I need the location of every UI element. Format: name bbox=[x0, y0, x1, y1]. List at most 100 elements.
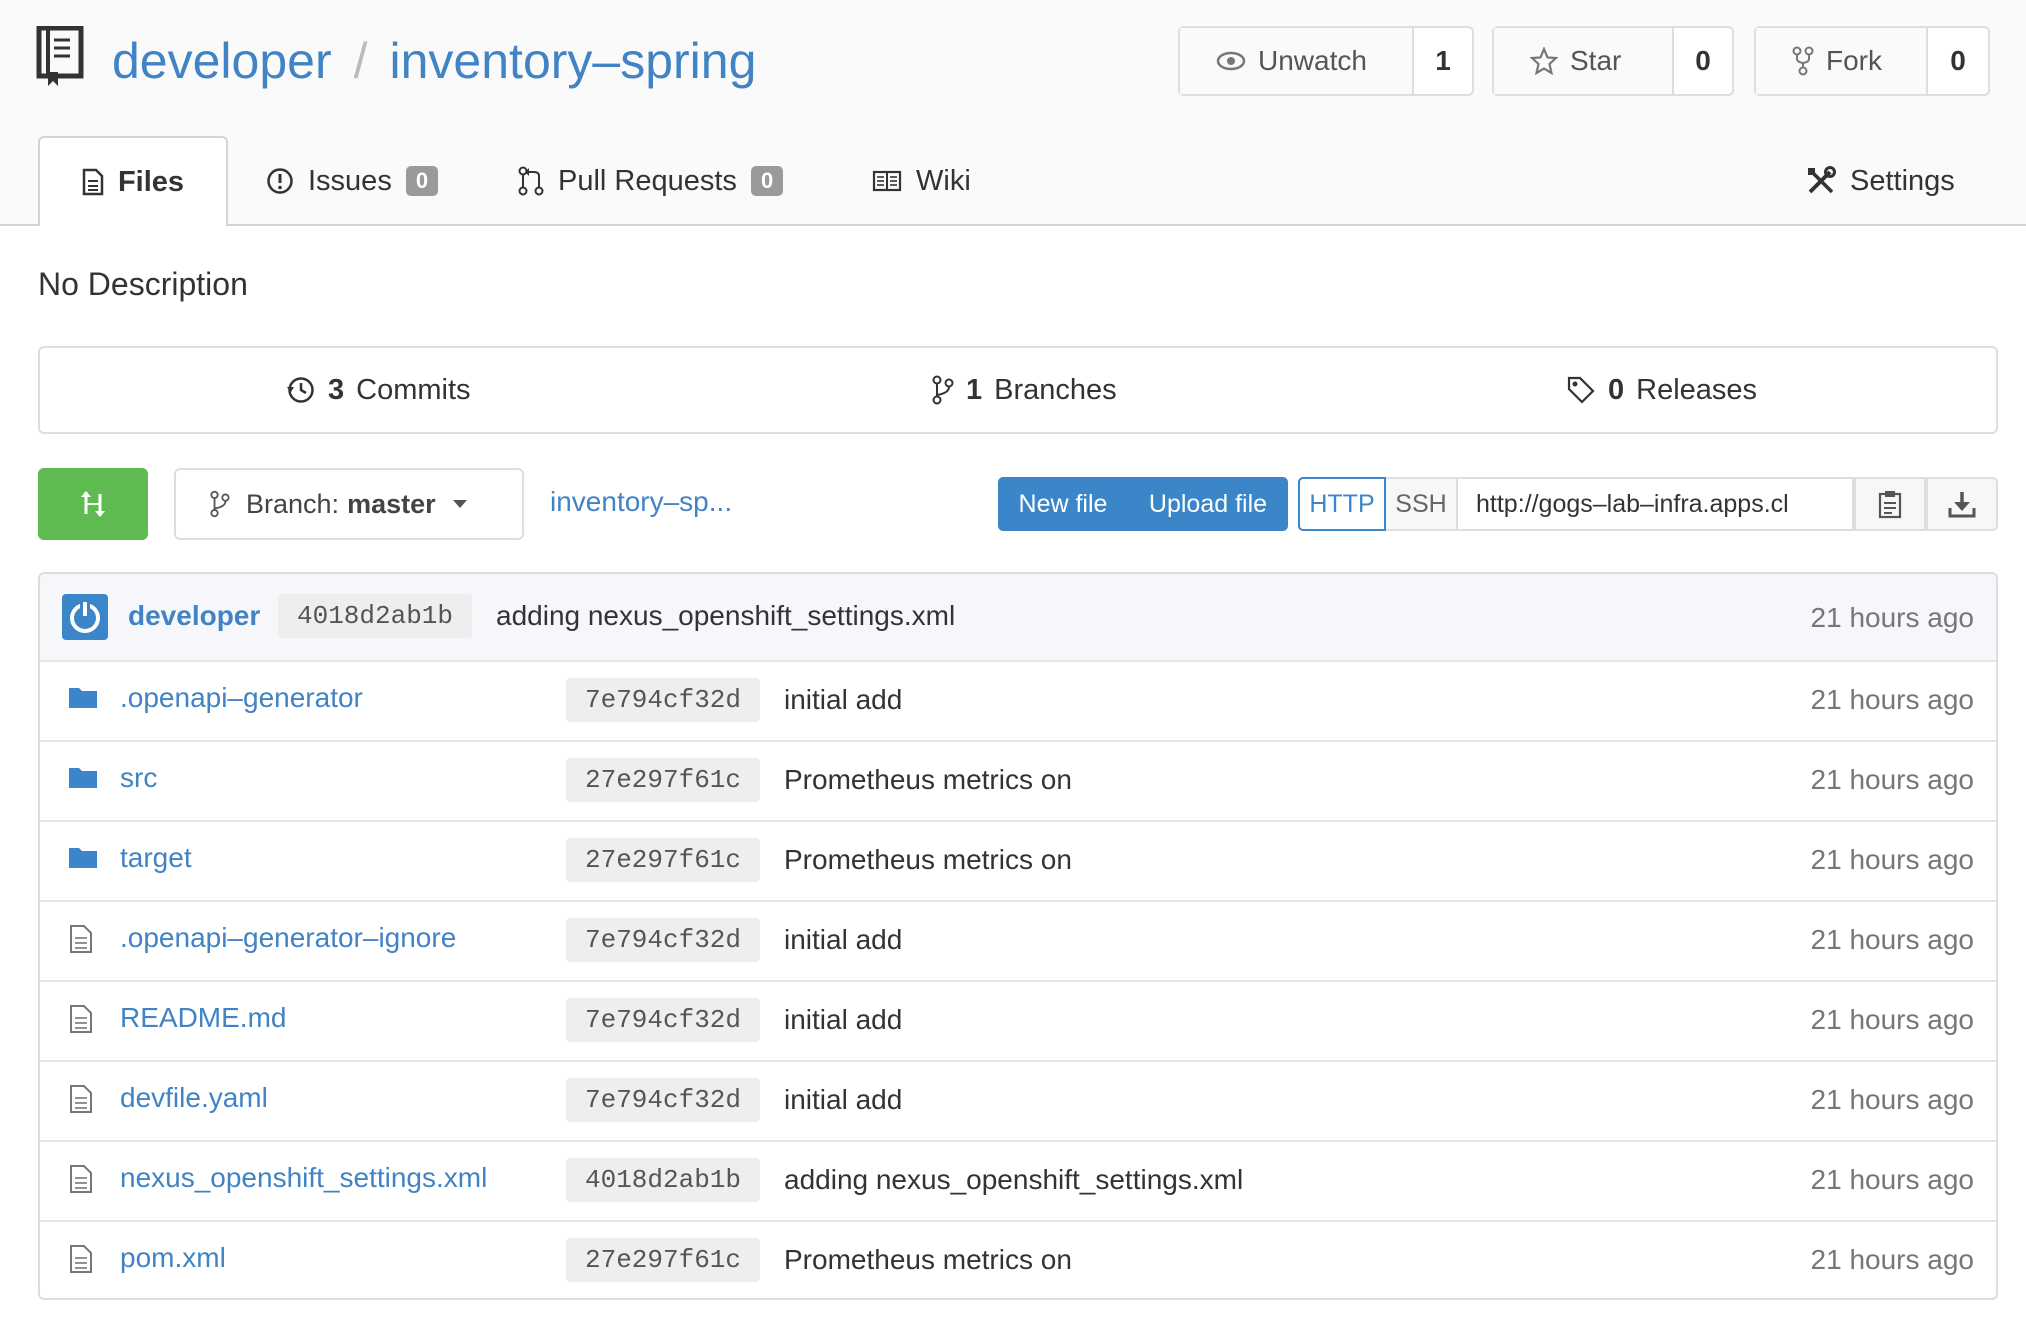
file-name-link[interactable]: target bbox=[120, 842, 192, 874]
repo-name-link[interactable]: inventory–spring bbox=[390, 33, 757, 89]
file-commit-age: 21 hours ago bbox=[1810, 1004, 1974, 1035]
commits-link[interactable]: 3 Commits bbox=[286, 348, 471, 432]
file-commit-sha[interactable]: 7e794cf32d bbox=[566, 678, 760, 722]
pull-request-icon bbox=[518, 166, 544, 196]
tab-wiki[interactable]: Wiki bbox=[872, 136, 971, 226]
folder-icon bbox=[68, 684, 98, 715]
file-commit-message: Prometheus metrics on bbox=[784, 1244, 1072, 1275]
latest-commit-age: 21 hours ago bbox=[1810, 602, 1974, 633]
tab-pull-requests-label: Pull Requests bbox=[558, 164, 737, 197]
repo-owner-link[interactable]: developer bbox=[112, 33, 332, 89]
file-row: .openapi–generator–ignore 7e794cf32d ini… bbox=[40, 900, 1996, 982]
releases-count: 0 bbox=[1608, 373, 1625, 406]
tools-icon bbox=[1808, 166, 1836, 194]
tab-files-label: Files bbox=[117, 165, 185, 198]
compare-pull-button[interactable] bbox=[38, 468, 148, 540]
fork-button-group: Fork 0 bbox=[1754, 26, 1990, 96]
releases-label: Releases bbox=[1636, 373, 1758, 406]
new-file-button[interactable]: New file bbox=[998, 477, 1128, 531]
fork-button[interactable]: Fork bbox=[1756, 28, 1928, 94]
branch-icon bbox=[932, 375, 954, 405]
file-commit-sha[interactable]: 7e794cf32d bbox=[566, 918, 760, 962]
unwatch-button-group: Unwatch 1 bbox=[1178, 26, 1474, 96]
repo-title: developer / inventory–spring bbox=[112, 28, 756, 94]
folder-icon bbox=[68, 764, 98, 795]
book-icon bbox=[872, 170, 902, 192]
branch-prefix: Branch: bbox=[246, 488, 340, 519]
clone-http-tab[interactable]: HTTP bbox=[1298, 477, 1386, 531]
forks-count[interactable]: 0 bbox=[1928, 28, 1988, 94]
stars-count[interactable]: 0 bbox=[1674, 28, 1732, 94]
download-button[interactable] bbox=[1926, 477, 1998, 531]
releases-link[interactable]: 0 Releases bbox=[1566, 348, 1757, 432]
clone-ssh-tab[interactable]: SSH bbox=[1386, 477, 1458, 531]
file-commit-message: initial add bbox=[784, 1004, 903, 1035]
file-name-link[interactable]: README.md bbox=[120, 1002, 286, 1034]
star-icon bbox=[1530, 47, 1558, 75]
file-commit-sha[interactable]: 7e794cf32d bbox=[566, 998, 760, 1042]
file-commit-sha[interactable]: 7e794cf32d bbox=[566, 1078, 760, 1122]
caret-down-icon bbox=[452, 500, 467, 508]
file-commit-age: 21 hours ago bbox=[1810, 844, 1974, 875]
avatar[interactable] bbox=[62, 594, 108, 640]
tab-settings-label: Settings bbox=[1850, 164, 1955, 197]
file-commit-sha[interactable]: 27e297f61c bbox=[566, 758, 760, 802]
tab-pull-requests[interactable]: Pull Requests 0 bbox=[518, 136, 784, 226]
latest-commit-row: developer 4018d2ab1b adding nexus_opensh… bbox=[40, 574, 1996, 662]
download-icon bbox=[1948, 492, 1976, 518]
file-name-link[interactable]: pom.xml bbox=[120, 1242, 226, 1274]
issues-count-badge: 0 bbox=[405, 166, 439, 196]
file-name-link[interactable]: src bbox=[120, 762, 157, 794]
branches-link[interactable]: 1 Branches bbox=[932, 348, 1117, 432]
star-label: Star bbox=[1570, 45, 1622, 76]
file-name-link[interactable]: .openapi–generator–ignore bbox=[120, 922, 456, 954]
watchers-count[interactable]: 1 bbox=[1414, 28, 1472, 94]
repo-title-separator: / bbox=[353, 33, 368, 89]
repo-header: developer / inventory–spring Unwatch 1 Sta… bbox=[0, 0, 2026, 226]
file-commit-message: Prometheus metrics on bbox=[784, 844, 1072, 875]
sync-arrows-icon bbox=[81, 491, 105, 517]
latest-commit-author[interactable]: developer bbox=[128, 600, 260, 632]
repo-book-icon bbox=[36, 26, 84, 86]
tab-issues-label: Issues bbox=[308, 164, 392, 197]
file-commit-message: Prometheus metrics on bbox=[784, 764, 1072, 795]
file-commit-message: initial add bbox=[784, 1084, 903, 1115]
latest-commit-sha[interactable]: 4018d2ab1b bbox=[278, 594, 472, 638]
file-commit-age: 21 hours ago bbox=[1810, 684, 1974, 715]
fork-icon bbox=[1792, 46, 1814, 76]
file-commit-age: 21 hours ago bbox=[1810, 924, 1974, 955]
file-commit-age: 21 hours ago bbox=[1810, 764, 1974, 795]
breadcrumb-repo-link[interactable]: inventory–sp... bbox=[550, 486, 732, 518]
tag-icon bbox=[1567, 376, 1595, 404]
branch-selector[interactable]: Branch: master bbox=[174, 468, 524, 540]
file-name-link[interactable]: .openapi–generator bbox=[120, 682, 363, 714]
file-commit-message: initial add bbox=[784, 924, 903, 955]
clipboard-icon bbox=[1878, 491, 1902, 519]
file-commit-sha[interactable]: 27e297f61c bbox=[566, 1238, 760, 1282]
file-name-link[interactable]: nexus_openshift_settings.xml bbox=[120, 1162, 487, 1194]
file-icon bbox=[68, 1164, 94, 1199]
file-table: developer 4018d2ab1b adding nexus_opensh… bbox=[38, 572, 1998, 1300]
branches-label: Branches bbox=[994, 373, 1117, 406]
commits-count: 3 bbox=[328, 373, 345, 406]
latest-commit-message: adding nexus_openshift_settings.xml bbox=[496, 600, 956, 631]
star-button[interactable]: Star bbox=[1494, 28, 1674, 94]
file-icon bbox=[68, 1004, 94, 1039]
history-icon bbox=[287, 377, 314, 403]
tab-settings[interactable]: Settings bbox=[1806, 136, 1955, 226]
file-name-link[interactable]: devfile.yaml bbox=[120, 1082, 268, 1114]
file-commit-sha[interactable]: 4018d2ab1b bbox=[566, 1158, 760, 1202]
unwatch-button[interactable]: Unwatch bbox=[1180, 28, 1414, 94]
file-row: README.md 7e794cf32d initial add 21 hour… bbox=[40, 980, 1996, 1062]
eye-icon bbox=[1216, 51, 1246, 71]
upload-file-button[interactable]: Upload file bbox=[1128, 477, 1288, 531]
file-commit-sha[interactable]: 27e297f61c bbox=[566, 838, 760, 882]
copy-url-button[interactable] bbox=[1854, 477, 1926, 531]
file-commit-message: adding nexus_openshift_settings.xml bbox=[784, 1164, 1244, 1195]
tab-files[interactable]: Files bbox=[38, 136, 228, 226]
tab-issues[interactable]: Issues 0 bbox=[266, 136, 439, 226]
power-icon bbox=[70, 600, 100, 633]
clone-url-input[interactable]: http://gogs–lab–infra.apps.cl bbox=[1458, 477, 1854, 531]
repo-description: No Description bbox=[38, 266, 248, 302]
file-row: target 27e297f61c Prometheus metrics on … bbox=[40, 820, 1996, 902]
